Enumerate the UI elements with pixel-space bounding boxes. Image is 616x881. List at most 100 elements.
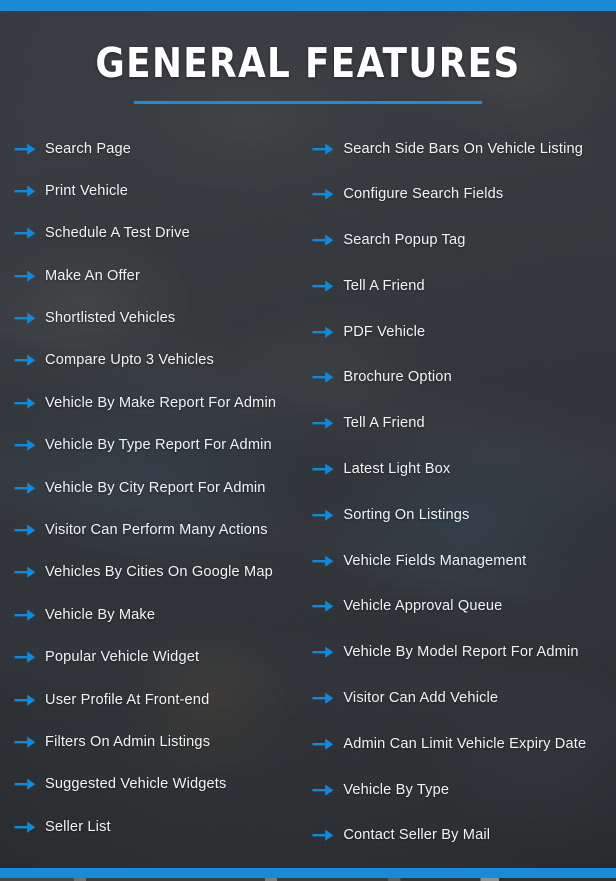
arrow-right-icon [312, 233, 334, 247]
arrow-right-icon [14, 269, 36, 283]
feature-item[interactable]: Schedule A Test Drive [14, 217, 302, 250]
arrow-right-icon [312, 828, 334, 842]
feature-label: Print Vehicle [45, 182, 129, 199]
feature-item[interactable]: Latest Light Box [312, 453, 616, 486]
feature-label: Contact Seller By Mail [343, 827, 491, 844]
arrow-right-icon [14, 608, 36, 622]
arrow-right-icon [312, 279, 334, 293]
feature-label: Visitor Can Perform Many Actions [45, 522, 268, 539]
arrow-right-icon [312, 462, 334, 476]
features-column-right: Search Side Bars On Vehicle Listing Confi… [302, 132, 616, 865]
feature-item[interactable]: Vehicle By Type Report For Admin [14, 429, 302, 462]
arrow-right-icon [312, 599, 334, 613]
feature-label: PDF Vehicle [343, 323, 426, 340]
feature-item[interactable]: PDF Vehicle [312, 315, 616, 348]
feature-label: Search Side Bars On Vehicle Listing [343, 140, 584, 157]
feature-label: Tell A Friend [343, 415, 425, 432]
features-columns: Search Page Print Vehicle Schedule A Test … [0, 132, 616, 865]
feature-label: Visitor Can Add Vehicle [343, 690, 499, 707]
feature-label: Latest Light Box [343, 461, 451, 478]
feature-item[interactable]: Vehicle Approval Queue [312, 590, 616, 623]
arrow-right-icon [312, 416, 334, 430]
arrow-right-icon [14, 142, 36, 156]
feature-item[interactable]: Popular Vehicle Widget [14, 641, 302, 674]
feature-item[interactable]: Vehicle By Make Report For Admin [14, 386, 302, 419]
feature-item[interactable]: Shortlisted Vehicles [14, 302, 302, 335]
feature-item[interactable]: Search Popup Tag [312, 224, 616, 257]
arrow-right-icon [312, 325, 334, 339]
feature-label: Search Page [45, 140, 132, 157]
arrow-right-icon [14, 353, 36, 367]
feature-item[interactable]: Tell A Friend [312, 269, 616, 302]
arrow-right-icon [14, 481, 36, 495]
feature-item[interactable]: Vehicle By City Report For Admin [14, 471, 302, 504]
feature-item[interactable]: Print Vehicle [14, 174, 302, 207]
feature-label: Shortlisted Vehicles [45, 310, 176, 327]
feature-item[interactable]: Admin Can Limit Vehicle Expiry Date [312, 727, 616, 760]
feature-item[interactable]: Contact Seller By Mail [312, 819, 616, 852]
page-header: GENERAL FEATURES [0, 11, 616, 104]
features-column-left: Search Page Print Vehicle Schedule A Test … [0, 132, 302, 865]
feature-label: Sorting On Listings [343, 506, 470, 523]
feature-item[interactable]: Vehicles By Cities On Google Map [14, 556, 302, 589]
arrow-right-icon [14, 693, 36, 707]
arrow-right-icon [312, 142, 334, 156]
arrow-right-icon [14, 820, 36, 834]
arrow-right-icon [312, 508, 334, 522]
feature-item[interactable]: Make An Offer [14, 259, 302, 292]
feature-item[interactable]: Visitor Can Add Vehicle [312, 682, 616, 715]
arrow-right-icon [14, 311, 36, 325]
feature-label: Vehicle Fields Management [343, 552, 527, 569]
feature-item[interactable]: Compare Upto 3 Vehicles [14, 344, 302, 377]
arrow-right-icon [312, 737, 334, 751]
feature-item[interactable]: Vehicle By Type [312, 773, 616, 806]
feature-label: Vehicle By Type [343, 781, 450, 798]
feature-label: Vehicles By Cities On Google Map [45, 564, 273, 581]
feature-label: Vehicle By City Report For Admin [45, 479, 266, 496]
arrow-right-icon [14, 226, 36, 240]
feature-item[interactable]: Configure Search Fields [312, 178, 616, 211]
feature-item[interactable]: Vehicle Fields Management [312, 544, 616, 577]
arrow-right-icon [14, 735, 36, 749]
feature-item[interactable]: Seller List [14, 810, 302, 843]
arrow-right-icon [14, 396, 36, 410]
feature-label: Compare Upto 3 Vehicles [45, 352, 214, 369]
bottom-accent-bar [0, 868, 616, 878]
arrow-right-icon [14, 438, 36, 452]
feature-label: Filters On Admin Listings [45, 733, 211, 750]
feature-label: Vehicle By Model Report For Admin [343, 644, 579, 661]
page-title: GENERAL FEATURES [95, 39, 521, 87]
feature-item[interactable]: User Profile At Front-end [14, 683, 302, 716]
feature-list-page: GENERAL FEATURES Search Page Print Vehicl… [0, 0, 616, 881]
arrow-right-icon [14, 523, 36, 537]
arrow-right-icon [312, 370, 334, 384]
feature-label: Schedule A Test Drive [45, 225, 190, 242]
feature-item[interactable]: Filters On Admin Listings [14, 725, 302, 758]
feature-item[interactable]: Tell A Friend [312, 407, 616, 440]
feature-label: Vehicle By Make [45, 606, 156, 623]
feature-item[interactable]: Brochure Option [312, 361, 616, 394]
arrow-right-icon [312, 645, 334, 659]
feature-label: Vehicle Approval Queue [343, 598, 503, 615]
title-underline [134, 101, 482, 104]
feature-label: Make An Offer [45, 267, 140, 284]
feature-item[interactable]: Search Side Bars On Vehicle Listing [312, 132, 616, 165]
feature-item[interactable]: Vehicle By Make [14, 598, 302, 631]
top-accent-bar [0, 0, 616, 11]
feature-item[interactable]: Sorting On Listings [312, 498, 616, 531]
arrow-right-icon [312, 187, 334, 201]
feature-label: User Profile At Front-end [45, 691, 210, 708]
feature-label: Popular Vehicle Widget [45, 649, 200, 666]
arrow-right-icon [14, 565, 36, 579]
feature-label: Brochure Option [343, 369, 452, 386]
arrow-right-icon [14, 650, 36, 664]
feature-label: Configure Search Fields [343, 186, 504, 203]
arrow-right-icon [14, 184, 36, 198]
feature-label: Admin Can Limit Vehicle Expiry Date [343, 735, 587, 752]
arrow-right-icon [312, 691, 334, 705]
feature-item[interactable]: Suggested Vehicle Widgets [14, 768, 302, 801]
feature-item[interactable]: Vehicle By Model Report For Admin [312, 636, 616, 669]
feature-label: Tell A Friend [343, 277, 425, 294]
feature-item[interactable]: Search Page [14, 132, 302, 165]
feature-item[interactable]: Visitor Can Perform Many Actions [14, 514, 302, 547]
